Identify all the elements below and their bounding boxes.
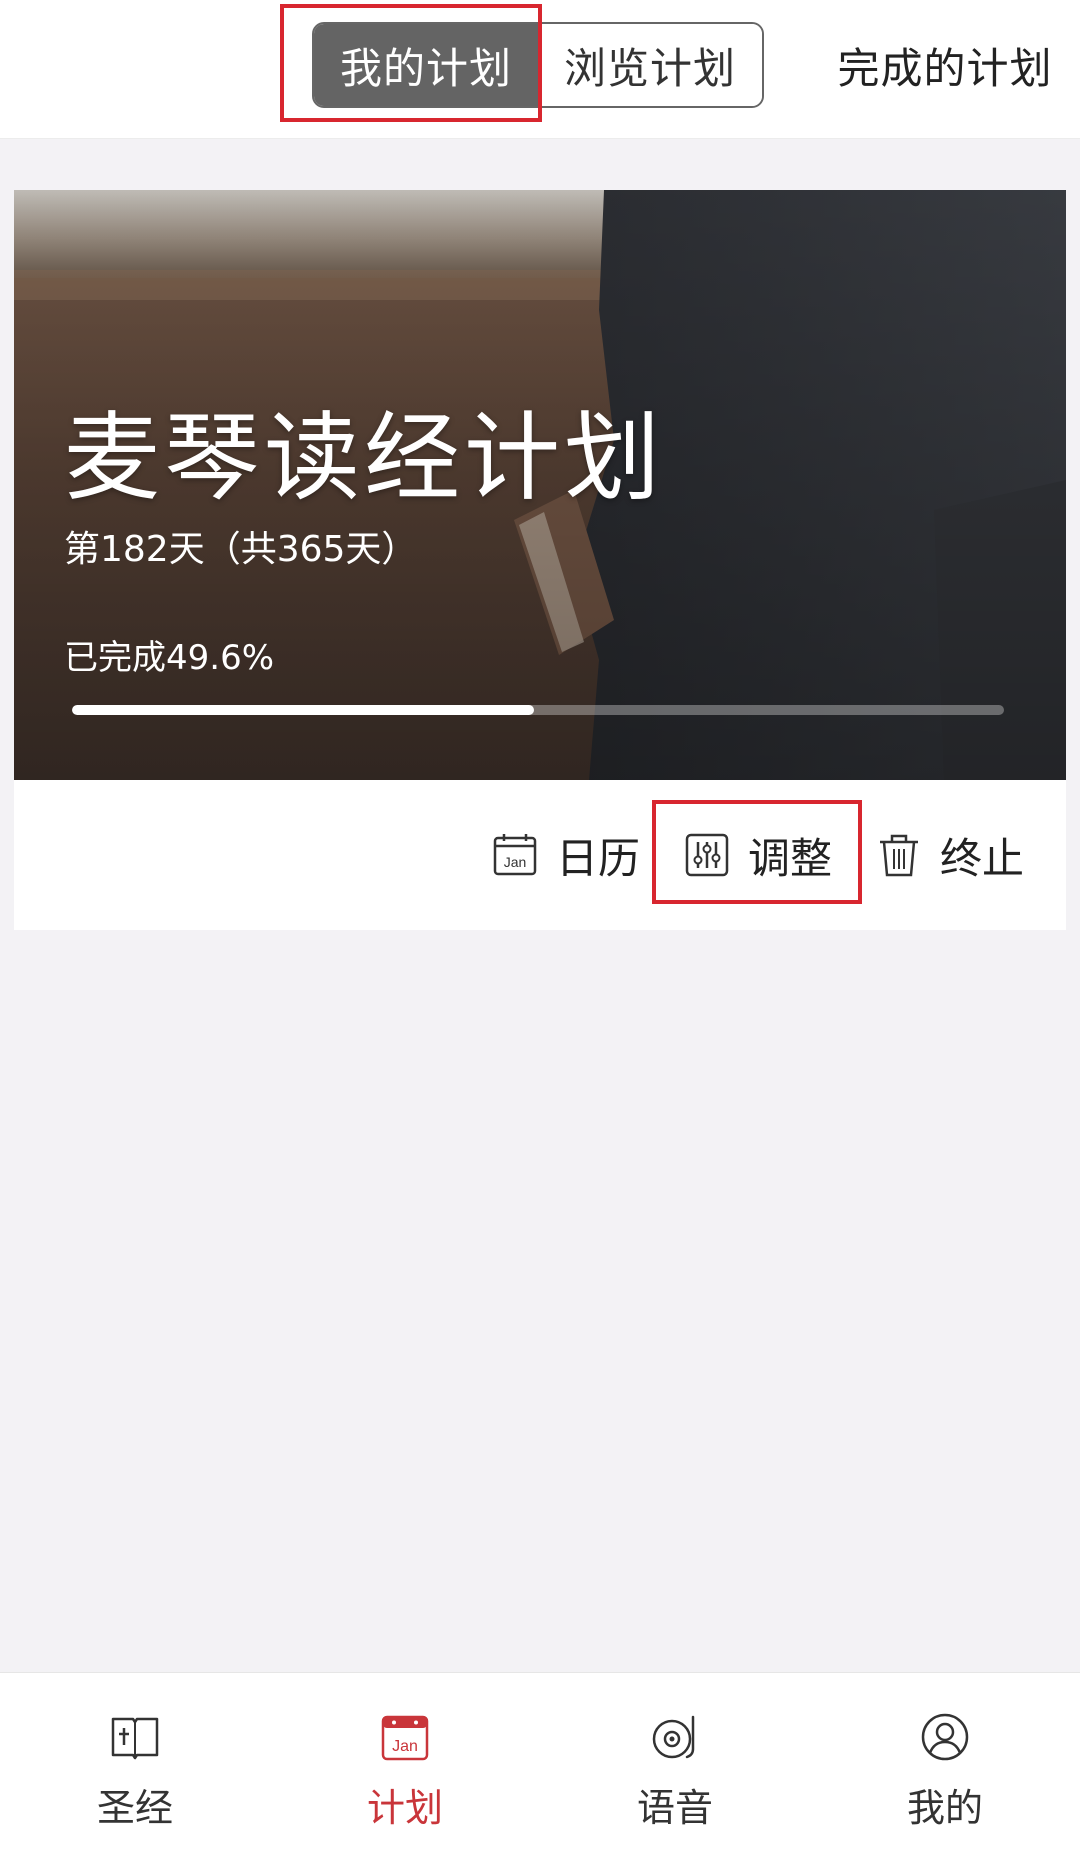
nav-item-audio-label: 语音 (636, 1786, 713, 1830)
bible-book-icon (111, 1717, 159, 1760)
nav-item-plan-label: 计划 (366, 1786, 443, 1830)
plan-hero-image[interactable]: 麦琴读经计划 第182天（共365天） 已完成49.6% (14, 190, 1066, 780)
sliders-icon (685, 833, 729, 877)
nav-plan-icon-text: Jan (392, 1738, 418, 1755)
plan-card[interactable]: 麦琴读经计划 第182天（共365天） 已完成49.6% Jan 日历 调整 终… (14, 190, 1066, 930)
nav-item-bible[interactable]: 圣经 (55, 1709, 215, 1839)
bottom-navigation: 圣经 Jan 计划 语音 我的 (0, 1672, 1080, 1850)
calendar-icon-text: Jan (504, 854, 527, 870)
nav-item-me-label: 我的 (906, 1786, 983, 1830)
tab-my-plans[interactable]: 我的计划 (314, 24, 538, 106)
plan-progress-bar (72, 705, 1004, 715)
plan-progress-fill (72, 705, 535, 715)
nav-item-audio[interactable]: 语音 (595, 1709, 755, 1839)
plan-title: 麦琴读经计划 (64, 402, 664, 514)
nav-item-bible-label: 圣经 (96, 1786, 173, 1830)
tab-my-plans-label: 我的计划 (339, 43, 512, 93)
tab-browse-plans-label: 浏览计划 (563, 43, 736, 93)
plan-day-counter: 第182天（共365天） (64, 529, 418, 570)
profile-icon (921, 1713, 969, 1761)
calendar-icon: Jan (381, 1715, 429, 1761)
tab-completed-plans[interactable]: 完成的计划 (830, 22, 1060, 108)
calendar-button[interactable]: Jan 日历 (490, 820, 640, 890)
plans-top-bar: 我的计划 浏览计划 完成的计划 (0, 0, 1080, 139)
nav-item-plan[interactable]: Jan 计划 (325, 1709, 485, 1839)
stop-plan-button-label: 终止 (940, 833, 1025, 883)
adjust-button[interactable]: 调整 (682, 820, 832, 890)
plan-progress-text: 已完成49.6% (64, 638, 275, 678)
stop-plan-button[interactable]: 终止 (874, 820, 1024, 890)
plans-segmented-control: 我的计划 浏览计划 (312, 22, 764, 108)
tab-completed-plans-label: 完成的计划 (837, 43, 1053, 93)
calendar-icon: Jan (493, 834, 537, 876)
plan-actions-bar: Jan 日历 调整 终止 (14, 780, 1066, 930)
trash-icon (880, 834, 918, 877)
tab-browse-plans[interactable]: 浏览计划 (538, 24, 762, 106)
adjust-button-label: 调整 (748, 833, 833, 883)
calendar-button-label: 日历 (556, 833, 641, 883)
nav-item-me[interactable]: 我的 (865, 1709, 1025, 1839)
audio-disc-icon (652, 1715, 695, 1759)
